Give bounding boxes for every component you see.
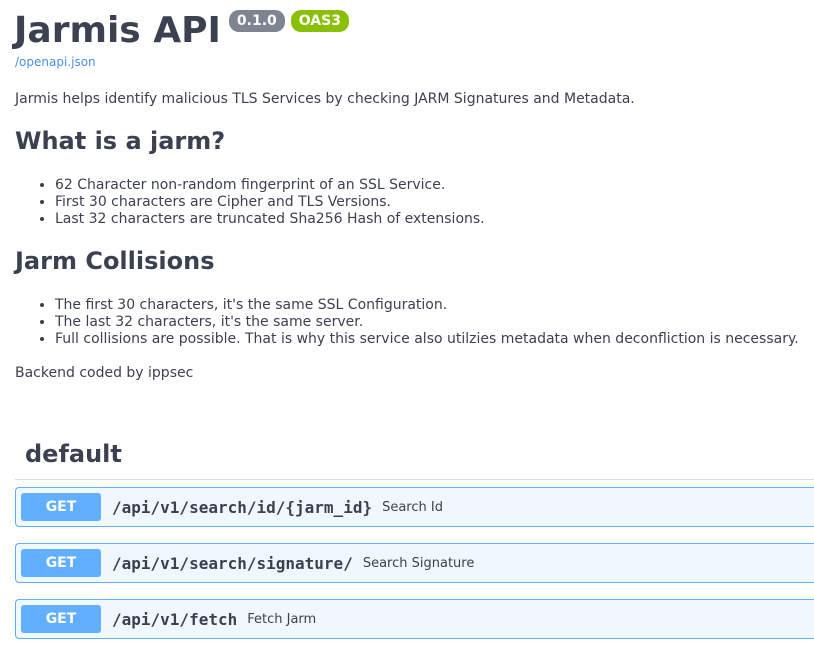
api-title: Jarmis API: [14, 10, 221, 51]
operation-summary: Search Id: [382, 499, 443, 515]
api-description: Jarmis helps identify malicious TLS Serv…: [15, 91, 635, 107]
api-title-row: Jarmis API 0.1.0 OAS3: [14, 6, 349, 56]
operation-path: /api/v1/fetch: [112, 609, 238, 629]
operation-get-search-signature[interactable]: GET /api/v1/search/signature/ Search Sig…: [15, 543, 814, 583]
operation-get-fetch[interactable]: GET /api/v1/fetch Fetch Jarm: [15, 599, 814, 639]
operation-path: /api/v1/search/signature/: [112, 553, 353, 573]
operation-get-search-id[interactable]: GET /api/v1/search/id/{jarm_id} Search I…: [15, 487, 814, 527]
list-item: Full collisions are possible. That is wh…: [55, 331, 799, 348]
list-item: The last 32 characters, it's the same se…: [55, 314, 799, 331]
operation-summary: Search Signature: [362, 555, 475, 571]
jarm-collisions-list: The first 30 characters, it's the same S…: [15, 297, 799, 348]
swagger-ui-page: Jarmis API 0.1.0 OAS3 /openapi.json Jarm…: [0, 0, 814, 660]
list-item: 62 Character non-random fingerprint of a…: [55, 177, 485, 194]
backend-credit: Backend coded by ippsec: [15, 365, 194, 381]
section-heading-what-is-jarm: What is a jarm?: [15, 127, 226, 155]
list-item: Last 32 characters are truncated Sha256 …: [55, 211, 485, 228]
list-item: First 30 characters are Cipher and TLS V…: [55, 194, 485, 211]
openapi-json-link[interactable]: /openapi.json: [15, 55, 96, 69]
list-item: The first 30 characters, it's the same S…: [55, 297, 799, 314]
get-method-badge: GET: [21, 605, 101, 633]
section-heading-jarm-collisions: Jarm Collisions: [15, 247, 215, 275]
tag-default-heading[interactable]: default: [25, 440, 122, 468]
operation-summary: Fetch Jarm: [247, 611, 317, 627]
oas-badge: OAS3: [290, 10, 349, 32]
version-badge: 0.1.0: [228, 10, 285, 32]
what-is-jarm-list: 62 Character non-random fingerprint of a…: [15, 177, 485, 228]
tag-divider: [15, 479, 814, 480]
get-method-badge: GET: [21, 549, 101, 577]
get-method-badge: GET: [21, 493, 101, 521]
operation-path: /api/v1/search/id/{jarm_id}: [112, 497, 373, 517]
